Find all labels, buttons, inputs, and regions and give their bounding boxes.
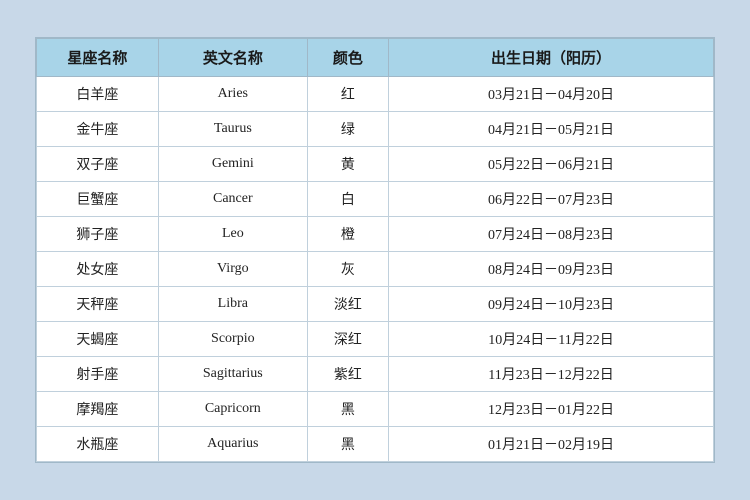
cell-chinese: 水瓶座 [37,427,159,462]
cell-english: Aries [158,77,307,112]
cell-english: Sagittarius [158,357,307,392]
cell-color: 深红 [307,322,388,357]
cell-english: Cancer [158,182,307,217]
cell-color: 黑 [307,392,388,427]
cell-english: Leo [158,217,307,252]
cell-english: Virgo [158,252,307,287]
table-row: 天秤座Libra淡红09月24日－10月23日 [37,287,714,322]
cell-color: 淡红 [307,287,388,322]
cell-date: 08月24日－09月23日 [389,252,714,287]
cell-color: 绿 [307,112,388,147]
cell-chinese: 天秤座 [37,287,159,322]
cell-chinese: 天蝎座 [37,322,159,357]
header-chinese: 星座名称 [37,39,159,77]
cell-chinese: 处女座 [37,252,159,287]
header-date: 出生日期（阳历） [389,39,714,77]
cell-color: 黄 [307,147,388,182]
table-row: 水瓶座Aquarius黑01月21日－02月19日 [37,427,714,462]
cell-english: Scorpio [158,322,307,357]
cell-english: Aquarius [158,427,307,462]
cell-color: 橙 [307,217,388,252]
cell-chinese: 双子座 [37,147,159,182]
table-row: 处女座Virgo灰08月24日－09月23日 [37,252,714,287]
cell-date: 04月21日－05月21日 [389,112,714,147]
cell-english: Taurus [158,112,307,147]
table-row: 双子座Gemini黄05月22日－06月21日 [37,147,714,182]
cell-chinese: 狮子座 [37,217,159,252]
cell-chinese: 金牛座 [37,112,159,147]
table-row: 摩羯座Capricorn黑12月23日－01月22日 [37,392,714,427]
table-row: 狮子座Leo橙07月24日－08月23日 [37,217,714,252]
cell-date: 01月21日－02月19日 [389,427,714,462]
table-row: 金牛座Taurus绿04月21日－05月21日 [37,112,714,147]
cell-date: 10月24日－11月22日 [389,322,714,357]
cell-chinese: 摩羯座 [37,392,159,427]
cell-color: 紫红 [307,357,388,392]
table-header-row: 星座名称 英文名称 颜色 出生日期（阳历） [37,39,714,77]
cell-date: 11月23日－12月22日 [389,357,714,392]
cell-color: 红 [307,77,388,112]
cell-date: 06月22日－07月23日 [389,182,714,217]
cell-date: 05月22日－06月21日 [389,147,714,182]
cell-chinese: 白羊座 [37,77,159,112]
header-color: 颜色 [307,39,388,77]
zodiac-table-container: 星座名称 英文名称 颜色 出生日期（阳历） 白羊座Aries红03月21日－04… [35,37,715,463]
table-row: 射手座Sagittarius紫红11月23日－12月22日 [37,357,714,392]
cell-date: 07月24日－08月23日 [389,217,714,252]
table-row: 白羊座Aries红03月21日－04月20日 [37,77,714,112]
zodiac-table: 星座名称 英文名称 颜色 出生日期（阳历） 白羊座Aries红03月21日－04… [36,38,714,462]
cell-date: 03月21日－04月20日 [389,77,714,112]
cell-color: 黑 [307,427,388,462]
cell-chinese: 巨蟹座 [37,182,159,217]
header-english: 英文名称 [158,39,307,77]
cell-date: 12月23日－01月22日 [389,392,714,427]
cell-chinese: 射手座 [37,357,159,392]
cell-english: Capricorn [158,392,307,427]
cell-color: 灰 [307,252,388,287]
cell-date: 09月24日－10月23日 [389,287,714,322]
table-row: 巨蟹座Cancer白06月22日－07月23日 [37,182,714,217]
cell-color: 白 [307,182,388,217]
cell-english: Libra [158,287,307,322]
table-row: 天蝎座Scorpio深红10月24日－11月22日 [37,322,714,357]
table-body: 白羊座Aries红03月21日－04月20日金牛座Taurus绿04月21日－0… [37,77,714,462]
cell-english: Gemini [158,147,307,182]
